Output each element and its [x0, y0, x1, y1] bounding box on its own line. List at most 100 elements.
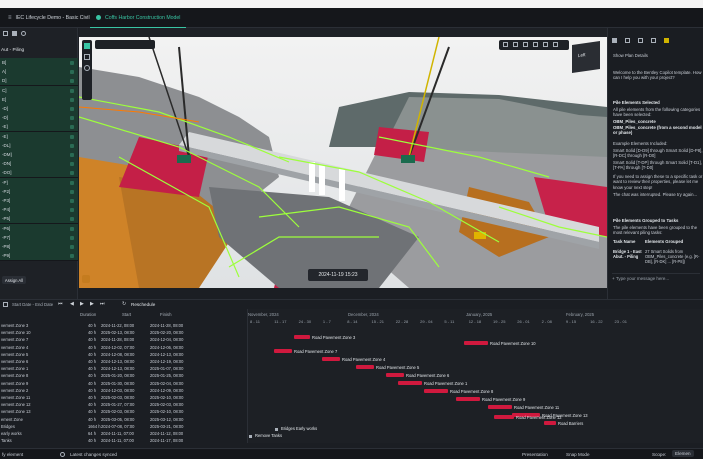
cell-finish: 2025-02-10, 08:00 — [150, 409, 184, 415]
animation-icon[interactable] — [82, 275, 90, 283]
refresh-icon[interactable]: ↻ — [122, 301, 126, 307]
step-forward-icon[interactable]: ▶ — [90, 301, 94, 307]
table-row[interactable]: vement Zone 12 40 h 2025-01-27, 07:00 2025-… — [0, 401, 247, 408]
pointer-icon[interactable] — [84, 43, 90, 49]
construction-scene — [79, 37, 607, 288]
gantt-bar[interactable] — [356, 365, 374, 369]
reschedule-button[interactable]: Reschedule — [131, 302, 155, 307]
3d-viewport[interactable]: Left 2024-11-19 15:23 — [79, 37, 607, 288]
table-row[interactable]: vement Zone 6 40 h 2024-12-13, 08:00 2024-1… — [0, 358, 247, 365]
table-row[interactable]: vement Zone 4 40 h 2024-12-02, 07:00 2024-1… — [0, 344, 247, 351]
table-row[interactable]: vement Zone 2 40 h 2024-12-03, 08:00 2024-1… — [0, 387, 247, 394]
table-header-task: Task Name — [613, 239, 636, 244]
table-row[interactable]: vement Zone 1 40 h 2024-12-13, 08:00 2025-0… — [0, 365, 247, 372]
copilot-panel: Show Plan Details Welcome to the Bentley… — [607, 28, 703, 300]
assign-all-button[interactable]: Assign All — [2, 276, 26, 284]
timeline-month: November, 2024 — [248, 312, 279, 317]
element-list-label: -DN] — [2, 161, 12, 167]
select-icon[interactable] — [3, 31, 8, 36]
copilot-history-icon[interactable] — [638, 38, 643, 43]
cell-start: 2024-07-08, 07:00 — [101, 423, 135, 429]
gantt-bar[interactable] — [294, 335, 310, 339]
gantt-bar[interactable] — [464, 341, 488, 345]
skip-forward-icon[interactable]: ⏭ — [100, 301, 105, 307]
cell-duration: 40 h — [88, 387, 96, 393]
copilot-flag-icon[interactable] — [664, 38, 669, 43]
cell-duration: 40 h — [88, 359, 96, 364]
table-row[interactable]: vement Zone 11 40 h 2025-02-03, 08:00 2025-… — [0, 394, 247, 401]
measure-tool-icon[interactable] — [523, 42, 528, 47]
cell-start: 2024-12-03, 08:00 — [101, 387, 135, 393]
element-status-icon — [70, 180, 74, 185]
gantt-bar[interactable] — [424, 389, 448, 393]
gantt-bar[interactable] — [398, 381, 422, 385]
gantt-bar[interactable] — [322, 357, 340, 361]
calendar-icon[interactable] — [3, 302, 8, 307]
viewport-tools-toolbar — [499, 40, 569, 50]
table-row[interactable]: ement Zone 40 h 2025-03-05, 08:00 2025-03-1… — [0, 416, 247, 423]
grid-header-duration[interactable]: Duration — [80, 309, 96, 321]
settings-icon[interactable] — [543, 42, 548, 47]
element-status-icon — [70, 134, 74, 139]
timeline-week: 26 - 01 — [517, 319, 530, 324]
show-plan-details[interactable]: Show Plan Details — [613, 53, 703, 58]
cell-finish: 2024-11-17, 08:00 — [150, 438, 184, 444]
snap-mode-toggle[interactable]: Snap Mode — [566, 452, 590, 457]
gantt-bar[interactable] — [488, 405, 512, 409]
copilot-menu-icon[interactable] — [612, 38, 617, 43]
section-icon[interactable] — [513, 42, 518, 47]
cell-finish: 2025-02-20, 08:00 — [150, 330, 184, 336]
copilot-grid-icon[interactable] — [651, 38, 656, 43]
gantt-bar[interactable] — [274, 349, 292, 353]
chat-input[interactable]: + Type your message here... — [612, 273, 700, 283]
measure-icon[interactable] — [84, 54, 90, 60]
gantt-bar[interactable] — [386, 373, 404, 377]
grid-header-finish[interactable]: Finish — [160, 309, 171, 321]
presentation-toggle[interactable]: Presentation — [522, 452, 548, 457]
cell-start: 2024-11-22, 08:00 — [101, 323, 135, 328]
cell-finish: 2025-03-21, 08:00 — [150, 423, 184, 429]
grid-header-start[interactable]: Start — [122, 309, 131, 321]
attach-icon[interactable]: + — [612, 276, 615, 281]
cell-finish: 2024-12-06, 08:00 — [150, 344, 184, 350]
table-row[interactable]: vement Zone 13 40 h 2025-02-03, 08:00 2025-… — [0, 408, 247, 415]
table-row[interactable]: early works 64 h 2024-11-11, 07:00 2024-11-… — [0, 430, 247, 437]
orbit-icon[interactable] — [84, 65, 90, 71]
grid-icon[interactable] — [12, 31, 17, 36]
table-row[interactable]: vement Zone 7 40 h 2024-11-28, 08:00 2024-1… — [0, 336, 247, 343]
gantt-bar[interactable] — [544, 421, 556, 425]
fullscreen-icon[interactable] — [553, 42, 558, 47]
tab-iec-lifecycle[interactable]: ≡ IEC Lifecycle Demo - Basic Civil — [2, 8, 96, 28]
skip-back-icon[interactable]: ⏮ — [58, 301, 63, 307]
copilot-chat-icon[interactable] — [625, 38, 630, 43]
view-cube[interactable]: Left — [572, 41, 600, 73]
timeline-week: 24 - 30 — [298, 319, 312, 324]
date-range-label[interactable]: Start Date - End Date — [12, 302, 53, 307]
gantt-bar-label: Road Pavement Zone 12 — [516, 414, 562, 420]
table-row[interactable]: vement Zone 10 40 h 2025-02-13, 08:00 2025-… — [0, 329, 247, 336]
step-back-icon[interactable]: ◀ — [70, 301, 74, 307]
gantt-bar-label: Road Pavement Zone 10 — [490, 340, 536, 346]
table-row[interactable]: vement Zone 3 40 h 2024-11-22, 08:00 2024-1… — [0, 322, 247, 329]
grouped-body: The pile elements have been grouped to t… — [613, 225, 699, 236]
fit-view-icon[interactable] — [503, 42, 508, 47]
gantt-bar[interactable] — [494, 415, 514, 419]
tab-coffs-harbor[interactable]: Coffs Harbor Construction Model — [90, 8, 187, 28]
play-icon[interactable]: ▶ — [80, 301, 84, 307]
scope-selector[interactable]: Elemen — [672, 450, 694, 457]
table-row[interactable]: vement Zone 5 40 h 2024-12-08, 08:00 2024-1… — [0, 351, 247, 358]
table-row[interactable]: vement Zone 8 40 h 2025-01-20, 08:00 2025-0… — [0, 372, 247, 379]
table-cell-elements: 27 Smart Solids from OBM_Piles_concrete … — [645, 249, 700, 264]
gantt-bar[interactable] — [456, 397, 480, 401]
timeline-week: 15 - 21 — [371, 319, 384, 324]
element-status-icon — [70, 143, 74, 148]
table-row[interactable]: vement Zone 9 40 h 2025-01-30, 08:00 2025-0… — [0, 380, 247, 387]
grouped-heading: Pile Elements Grouped to Tasks — [613, 218, 679, 223]
layers-icon[interactable] — [21, 31, 26, 36]
cell-finish: 2024-12-04, 08:00 — [150, 337, 184, 343]
element-list-item[interactable]: -P9] — [0, 251, 78, 262]
element-status-icon — [70, 254, 74, 259]
table-row[interactable]: Bridges 1664 h 2024-07-08, 07:00 2025-03-21… — [0, 423, 247, 430]
camera-icon[interactable] — [533, 42, 538, 47]
table-row[interactable]: Tanks 40 h 2024-11-11, 07:00 2024-11-17, 08… — [0, 437, 247, 444]
